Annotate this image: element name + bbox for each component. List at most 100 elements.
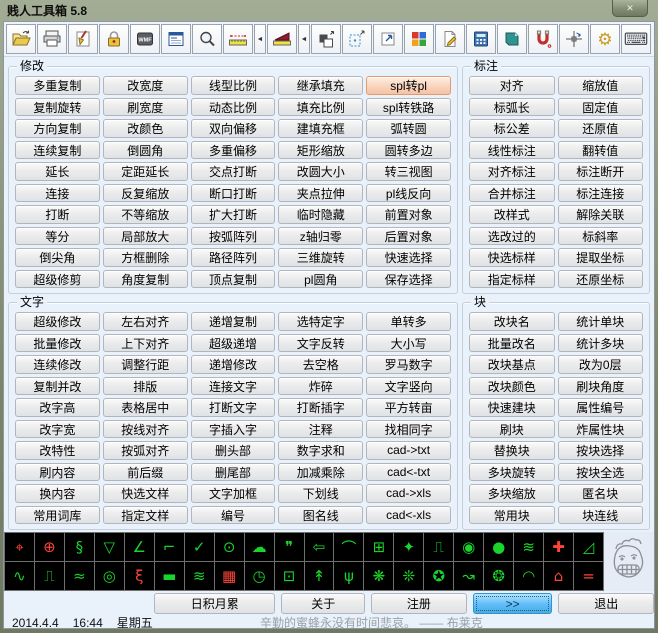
cmd-button[interactable]: 改圆大小	[278, 162, 364, 181]
cmd-button[interactable]: 删尾部	[190, 462, 276, 481]
cmd-button[interactable]: 表格居中	[102, 398, 188, 417]
roughness-symbol-icon[interactable]: ▽	[94, 533, 124, 561]
settings-button[interactable]: ⚙	[590, 24, 620, 54]
grass-icon[interactable]: ψ	[334, 562, 364, 590]
cmd-button[interactable]: 交点打断	[190, 162, 276, 181]
cmd-button[interactable]: 合并标注	[469, 183, 555, 202]
cmd-button[interactable]: 匿名块	[557, 484, 643, 503]
cmd-button[interactable]: 注释	[278, 419, 364, 438]
cmd-button[interactable]: 双向偏移	[190, 119, 276, 138]
cmd-button[interactable]: 大小写	[366, 333, 451, 352]
about-button[interactable]: 关于	[281, 593, 366, 614]
zoom-view-button[interactable]	[192, 24, 222, 54]
filled-dot-icon[interactable]: ●	[484, 533, 514, 561]
cmd-button[interactable]: 统计单块	[557, 312, 643, 331]
cmd-button[interactable]: 递增修改	[190, 355, 276, 374]
area-fill-button[interactable]	[267, 24, 297, 54]
point-cross-circle-icon[interactable]: ⊕	[34, 533, 64, 561]
cmd-button[interactable]: 多重偏移	[190, 140, 276, 159]
cmd-button[interactable]: 前置对象	[366, 205, 451, 224]
small-zigzag-icon[interactable]: ≈	[64, 562, 94, 590]
gear-outline-1-icon[interactable]: ❋	[364, 562, 394, 590]
cmd-button[interactable]: 左右对齐	[102, 312, 188, 331]
cmd-button[interactable]: 标注连接	[557, 183, 643, 202]
cmd-button[interactable]: 快选文样	[102, 484, 188, 503]
roof-arrow-icon[interactable]: ⌂	[544, 562, 574, 590]
box-with-plus-icon[interactable]: ⊡	[274, 562, 304, 590]
point-cross-square-icon[interactable]: ⌖	[5, 533, 34, 561]
cmd-button[interactable]: 建填充框	[278, 119, 364, 138]
cmd-button[interactable]: 连续修改	[15, 355, 100, 374]
cmd-button[interactable]: 等分	[15, 226, 100, 245]
form-table-button[interactable]	[161, 24, 191, 54]
sine-wave-icon[interactable]: ∿	[5, 562, 34, 590]
cmd-button[interactable]: 提取坐标	[557, 248, 643, 267]
cmd-button[interactable]: 翻转值	[557, 140, 643, 159]
slope-symbol-icon[interactable]: ∠	[124, 533, 154, 561]
cmd-button[interactable]: pl线反向	[366, 183, 451, 202]
cmd-button[interactable]: 局部放大	[102, 226, 188, 245]
rotate-point-button[interactable]	[559, 24, 589, 54]
cmd-button[interactable]: 继承填充	[278, 76, 364, 95]
cmd-button[interactable]: spl转铁路	[366, 97, 451, 116]
cmd-button[interactable]: 解除关联	[557, 205, 643, 224]
cmd-button[interactable]: 顶点复制	[190, 269, 276, 288]
cmd-button[interactable]: 罗马数字	[366, 355, 451, 374]
cmd-button[interactable]: 删头部	[190, 441, 276, 460]
magnet-osnap-button[interactable]	[528, 24, 558, 54]
open-file-button[interactable]	[6, 24, 36, 54]
cmd-button[interactable]: 多块旋转	[469, 462, 555, 481]
cmd-button[interactable]: 多重复制	[15, 76, 100, 95]
color-palette-button[interactable]	[404, 24, 434, 54]
cmd-button[interactable]: 按块全选	[557, 462, 643, 481]
cmd-button[interactable]: 保存选择	[366, 269, 451, 288]
cmd-button[interactable]: 图名线	[278, 505, 364, 524]
cmd-button[interactable]: 数字求和	[278, 441, 364, 460]
daily-tips-button[interactable]: 日积月累	[154, 593, 276, 614]
cmd-button[interactable]: spl转pl	[366, 76, 451, 95]
keyboard-shortcuts-button[interactable]: ⌨	[621, 24, 651, 54]
cmd-button[interactable]: 选改过的	[469, 226, 555, 245]
wmf-export-button[interactable]: WMF	[130, 24, 160, 54]
cmd-button[interactable]: 超级修剪	[15, 269, 100, 288]
cmd-button[interactable]: 按弧阵列	[190, 226, 276, 245]
cmd-button[interactable]: 改字宽	[15, 419, 100, 438]
measure-button[interactable]	[223, 24, 253, 54]
cmd-button[interactable]: 调整行距	[102, 355, 188, 374]
cmd-button[interactable]: 块连线	[557, 505, 643, 524]
four-point-star-icon[interactable]: ✦	[394, 533, 424, 561]
diagonal-chart-icon[interactable]: ◿	[574, 533, 603, 561]
big-left-arrow-icon[interactable]: ⇦	[304, 533, 334, 561]
cmd-button[interactable]: 还原坐标	[557, 269, 643, 288]
cmd-button[interactable]: 刷块角度	[557, 376, 643, 395]
cmd-button[interactable]: 打断	[15, 205, 100, 224]
cmd-button[interactable]: 标公差	[469, 119, 555, 138]
curve-chart-icon[interactable]: ⌒	[334, 533, 364, 561]
cmd-button[interactable]: 改块基点	[469, 355, 555, 374]
cmd-button[interactable]: 固定值	[557, 97, 643, 116]
cmd-button[interactable]: 角度复制	[102, 269, 188, 288]
cmd-button[interactable]: 按块选择	[557, 441, 643, 460]
stretch-selection-button[interactable]	[342, 24, 372, 54]
cmd-button[interactable]: 文字反转	[278, 333, 364, 352]
circle-instrument-icon[interactable]: ◉	[454, 533, 484, 561]
cmd-button[interactable]: 动态比例	[190, 97, 276, 116]
export-window-button[interactable]	[373, 24, 403, 54]
callout-bubble-icon[interactable]: ❞	[274, 533, 304, 561]
cmd-button[interactable]: 反复缩放	[102, 183, 188, 202]
cmd-button[interactable]: 夹点拉伸	[278, 183, 364, 202]
cmd-button[interactable]: pl圆角	[278, 269, 364, 288]
cmd-button[interactable]: 填充比例	[278, 97, 364, 116]
cmd-button[interactable]: 按弧对齐	[102, 441, 188, 460]
step-arrow-icon[interactable]: ↝	[454, 562, 484, 590]
cmd-button[interactable]: 方向复制	[15, 119, 100, 138]
cmd-button[interactable]: 选特定字	[278, 312, 364, 331]
cmd-button[interactable]: 改特性	[15, 441, 100, 460]
cmd-button[interactable]: 属性编号	[557, 398, 643, 417]
spiral-icon[interactable]: ❂	[484, 562, 514, 590]
cmd-button[interactable]: 打断文字	[190, 398, 276, 417]
exit-button[interactable]: 退出	[558, 593, 654, 614]
cmd-button[interactable]: 排版	[102, 376, 188, 395]
gear-outline-2-icon[interactable]: ❊	[394, 562, 424, 590]
cmd-button[interactable]: 平方转亩	[366, 398, 451, 417]
